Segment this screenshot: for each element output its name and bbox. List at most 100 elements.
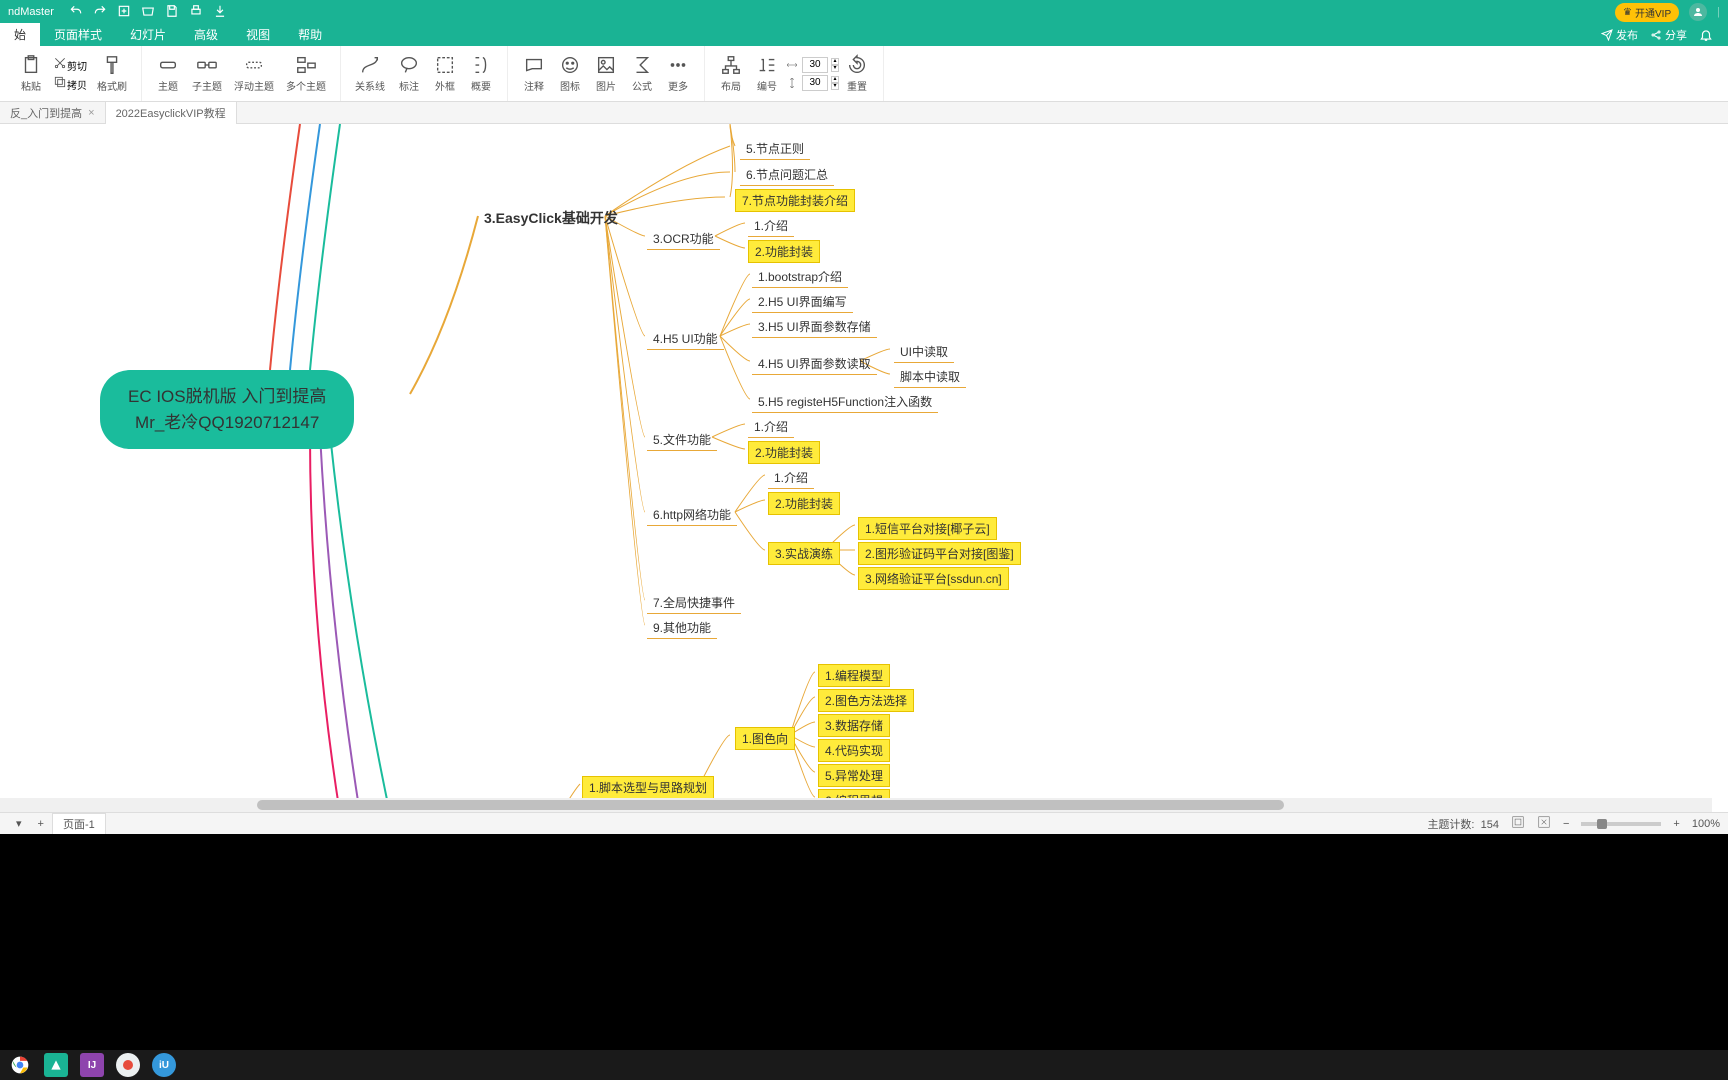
redo-icon[interactable] — [93, 4, 107, 21]
node[interactable]: 5.H5 registeH5Function注入函数 — [752, 391, 938, 413]
multiple-topic-button[interactable]: 多个主题 — [280, 52, 332, 95]
node-global[interactable]: 7.全局快捷事件 — [647, 592, 741, 614]
sheet-menu[interactable]: ▾ — [8, 815, 30, 832]
outline-view-icon[interactable] — [1511, 815, 1525, 832]
sheet-tab-1[interactable]: 页面-1 — [52, 813, 106, 834]
label-button[interactable]: 标注 — [391, 52, 427, 95]
mindmaster-icon[interactable] — [44, 1053, 68, 1077]
node-ocr[interactable]: 3.OCR功能 — [647, 228, 720, 250]
zoom-in[interactable]: + — [1673, 818, 1679, 830]
share-button[interactable]: 分享 — [1650, 27, 1687, 43]
reset-button[interactable]: 重置 — [839, 52, 875, 95]
user-avatar[interactable] — [1689, 3, 1707, 21]
close-icon[interactable]: × — [88, 107, 94, 119]
relation-button[interactable]: 关系线 — [349, 52, 391, 95]
node[interactable]: UI中读取 — [894, 341, 954, 363]
width-input[interactable] — [802, 57, 828, 73]
bell-icon[interactable] — [1699, 28, 1713, 42]
doc-tab-1[interactable]: 反_入门到提高 × — [0, 102, 106, 124]
node[interactable]: 3.H5 UI界面参数存储 — [752, 316, 877, 338]
node-section3[interactable]: 3.EasyClick基础开发 — [478, 206, 624, 230]
add-sheet[interactable]: + — [30, 816, 52, 832]
icon-button[interactable]: 图标 — [552, 52, 588, 95]
app-icon-3[interactable]: IJ — [80, 1053, 104, 1077]
cut-button[interactable]: 剪切 — [49, 55, 91, 74]
node[interactable]: 2.图形验证码平台对接[图鉴] — [858, 542, 1021, 565]
image-button[interactable]: 图片 — [588, 52, 624, 95]
node[interactable]: 2.功能封装 — [768, 492, 840, 515]
width-up[interactable]: ▴ — [831, 58, 839, 65]
zoom-out[interactable]: − — [1563, 818, 1569, 830]
node[interactable]: 1.介绍 — [748, 215, 794, 237]
export-icon[interactable] — [213, 4, 227, 21]
horizontal-scrollbar[interactable] — [0, 798, 1712, 812]
node[interactable]: 5.节点正则 — [740, 138, 810, 160]
scroll-thumb[interactable] — [257, 800, 1284, 810]
number-button[interactable]: 编号 — [749, 52, 785, 95]
node[interactable]: 5.异常处理 — [818, 764, 890, 787]
node[interactable]: 2.功能封装 — [748, 240, 820, 263]
summary-button[interactable]: 概要 — [463, 52, 499, 95]
node[interactable]: 4.H5 UI界面参数读取 — [752, 353, 877, 375]
node[interactable]: 6.节点问题汇总 — [740, 164, 834, 186]
vip-button[interactable]: ♛ 开通VIP — [1615, 3, 1679, 22]
paste-button[interactable]: 粘贴 — [13, 52, 49, 95]
doc-tab-2[interactable]: 2022EasyclickVIP教程 — [106, 102, 237, 124]
quick-access-toolbar — [69, 4, 227, 21]
node-http[interactable]: 6.http网络功能 — [647, 504, 737, 526]
menu-slides[interactable]: 幻灯片 — [116, 23, 180, 46]
app-icon-5[interactable]: iU — [152, 1053, 176, 1077]
node[interactable]: 1.短信平台对接[椰子云] — [858, 517, 997, 540]
formula-button[interactable]: 公式 — [624, 52, 660, 95]
zoom-level[interactable]: 100% — [1692, 818, 1720, 830]
node[interactable]: 脚本中读取 — [894, 366, 966, 388]
format-painter-button[interactable]: 格式刷 — [91, 52, 133, 95]
save-icon[interactable] — [165, 4, 179, 21]
floating-topic-button[interactable]: 浮动主题 — [228, 52, 280, 95]
height-input[interactable] — [802, 75, 828, 91]
subtopic-button[interactable]: 子主题 — [186, 52, 228, 95]
zoom-slider[interactable] — [1581, 822, 1661, 826]
node[interactable]: 3.实战演练 — [768, 542, 840, 565]
open-icon[interactable] — [141, 4, 155, 21]
node[interactable]: 1.编程模型 — [818, 664, 890, 687]
node-h5[interactable]: 4.H5 UI功能 — [647, 328, 724, 350]
layout-button[interactable]: 布局 — [713, 52, 749, 95]
print-icon[interactable] — [189, 4, 203, 21]
copy-button[interactable]: 拷贝 — [49, 74, 91, 93]
node[interactable]: 1.介绍 — [748, 416, 794, 438]
node[interactable]: 2.图色方法选择 — [818, 689, 914, 712]
menu-advanced[interactable]: 高级 — [180, 23, 232, 46]
comment-button[interactable]: 注释 — [516, 52, 552, 95]
mindmap-canvas[interactable]: EC IOS脱机版 入门到提高 Mr_老冷QQ1920712147 3.Easy… — [0, 124, 1728, 814]
chrome-icon[interactable] — [8, 1053, 32, 1077]
undo-icon[interactable] — [69, 4, 83, 21]
node-tuse[interactable]: 1.图色向 — [735, 727, 795, 750]
node[interactable]: 7.节点功能封装介绍 — [735, 189, 855, 212]
more-button[interactable]: 更多 — [660, 52, 696, 95]
node[interactable]: 1.bootstrap介绍 — [752, 266, 848, 288]
menu-view[interactable]: 视图 — [232, 23, 284, 46]
publish-button[interactable]: 发布 — [1601, 27, 1638, 43]
node-script-sel[interactable]: 1.脚本选型与思路规划 — [582, 776, 714, 799]
topic-button[interactable]: 主题 — [150, 52, 186, 95]
node-other[interactable]: 9.其他功能 — [647, 617, 717, 639]
root-node[interactable]: EC IOS脱机版 入门到提高 Mr_老冷QQ1920712147 — [100, 370, 354, 449]
width-down[interactable]: ▾ — [831, 65, 839, 72]
node[interactable]: 2.功能封装 — [748, 441, 820, 464]
height-up[interactable]: ▴ — [831, 76, 839, 83]
fit-view-icon[interactable] — [1537, 815, 1551, 832]
new-icon[interactable] — [117, 4, 131, 21]
node[interactable]: 1.介绍 — [768, 467, 814, 489]
menu-help[interactable]: 帮助 — [284, 23, 336, 46]
node[interactable]: 4.代码实现 — [818, 739, 890, 762]
app-icon-4[interactable] — [116, 1053, 140, 1077]
menu-start[interactable]: 始 — [0, 23, 40, 46]
boundary-button[interactable]: 外框 — [427, 52, 463, 95]
node[interactable]: 2.H5 UI界面编写 — [752, 291, 853, 313]
menu-page-style[interactable]: 页面样式 — [40, 23, 116, 46]
node-file[interactable]: 5.文件功能 — [647, 429, 717, 451]
height-down[interactable]: ▾ — [831, 83, 839, 90]
node[interactable]: 3.网络验证平台[ssdun.cn] — [858, 567, 1009, 590]
node[interactable]: 3.数据存储 — [818, 714, 890, 737]
